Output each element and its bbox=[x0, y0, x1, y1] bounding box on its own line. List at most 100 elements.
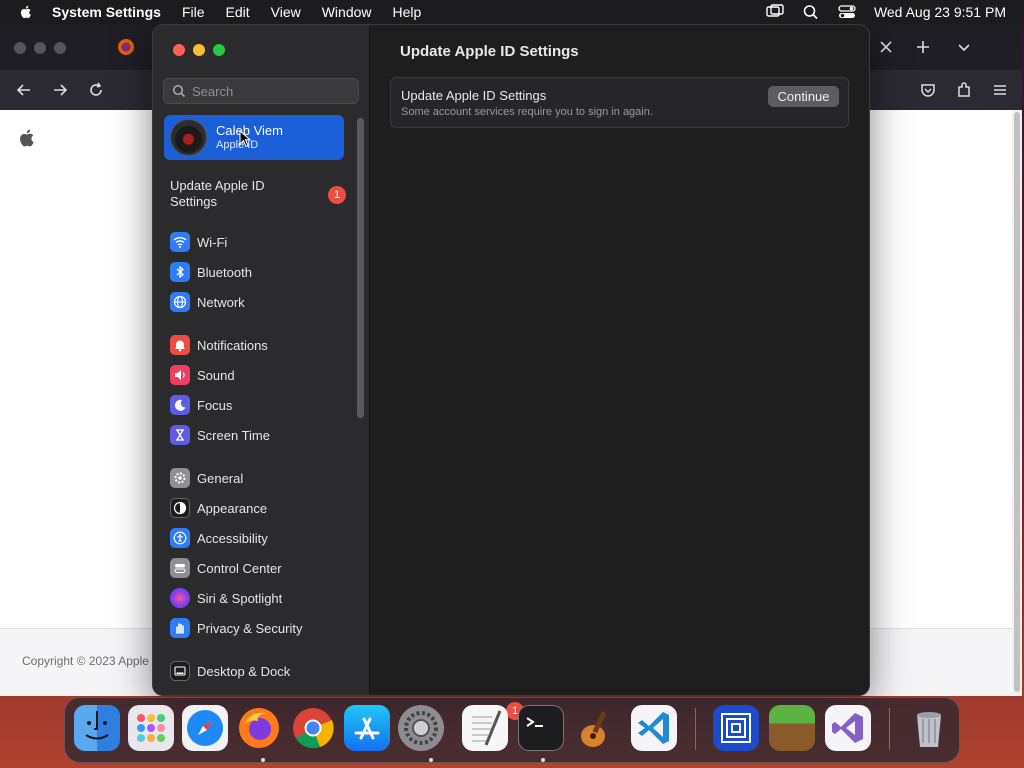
sidebar-item-label: General bbox=[197, 470, 244, 486]
browser-close-button[interactable] bbox=[14, 42, 26, 54]
settings-sidebar: Caleb Viem Apple ID Update Apple ID Sett… bbox=[153, 25, 370, 695]
sidebar-item-notifications[interactable]: Notifications bbox=[170, 333, 268, 357]
safari-dock-icon[interactable] bbox=[182, 705, 228, 751]
close-window-button[interactable] bbox=[173, 44, 185, 56]
sidebar-item-label: Notifications bbox=[197, 337, 268, 353]
search-input[interactable] bbox=[190, 82, 354, 100]
sidebar-item-general[interactable]: General bbox=[170, 466, 243, 490]
apple-menu-icon[interactable] bbox=[18, 4, 34, 20]
menu-app-name[interactable]: System Settings bbox=[52, 4, 161, 20]
textedit-dock-icon[interactable] bbox=[462, 705, 508, 751]
zoom-window-button[interactable] bbox=[213, 44, 225, 56]
sidebar-item-label: Focus bbox=[197, 397, 233, 413]
browser-traffic-lights bbox=[14, 42, 66, 54]
control-center-icon bbox=[170, 558, 190, 578]
sidebar-item-desktop-dock[interactable]: Desktop & Dock bbox=[170, 659, 290, 683]
screen-mirroring-icon[interactable] bbox=[766, 4, 784, 20]
accessibility-icon bbox=[170, 528, 190, 548]
control-center-icon[interactable] bbox=[838, 4, 856, 20]
bell-icon bbox=[170, 335, 190, 355]
menu-file[interactable]: File bbox=[182, 4, 205, 20]
system-settings-window: Caleb Viem Apple ID Update Apple ID Sett… bbox=[153, 25, 869, 695]
garageband-dock-icon[interactable] bbox=[575, 705, 621, 751]
forward-arrow-icon[interactable] bbox=[51, 81, 69, 99]
profile-subtitle: Apple ID bbox=[216, 139, 259, 151]
dock-separator bbox=[889, 708, 890, 750]
firefox-running-indicator bbox=[261, 758, 265, 762]
page-title: Update Apple ID Settings bbox=[400, 43, 579, 60]
apple-logo-icon[interactable] bbox=[16, 125, 38, 151]
moon-icon bbox=[170, 395, 190, 415]
menu-bar: System Settings File Edit View Window He… bbox=[0, 0, 1024, 24]
sidebar-item-label: Desktop & Dock bbox=[197, 663, 291, 679]
visual-studio-code-dock-icon[interactable] bbox=[631, 705, 677, 751]
tab-list-chevron-icon[interactable] bbox=[955, 38, 973, 56]
copyright-text: Copyright © 2023 Apple bbox=[22, 654, 149, 668]
settings-running-indicator bbox=[429, 758, 433, 762]
sidebar-item-accessibility[interactable]: Accessibility bbox=[170, 526, 268, 550]
sidebar-item-wifi[interactable]: Wi-Fi bbox=[170, 230, 227, 254]
menu-help[interactable]: Help bbox=[393, 4, 422, 20]
firefox-tab-icon[interactable] bbox=[117, 38, 135, 56]
new-tab-icon[interactable] bbox=[914, 38, 932, 56]
continue-button[interactable]: Continue bbox=[768, 86, 839, 107]
wifi-icon bbox=[170, 232, 190, 252]
search-field[interactable] bbox=[163, 78, 359, 104]
avatar bbox=[170, 119, 207, 156]
sidebar-item-network[interactable]: Network bbox=[170, 290, 245, 314]
browser-zoom-button[interactable] bbox=[54, 42, 66, 54]
terminal-dock-icon[interactable] bbox=[518, 705, 564, 751]
globe-icon bbox=[170, 292, 190, 312]
sidebar-scrollbar[interactable] bbox=[357, 118, 364, 418]
browser-minimize-button[interactable] bbox=[34, 42, 46, 54]
sidebar-item-label: Appearance bbox=[197, 500, 268, 516]
pocket-icon[interactable] bbox=[919, 81, 937, 99]
minimize-window-button[interactable] bbox=[193, 44, 205, 56]
menu-bar-clock[interactable]: Wed Aug 23 9:51 PM bbox=[874, 4, 1006, 20]
sidebar-item-control-center[interactable]: Control Center bbox=[170, 556, 282, 580]
sidebar-item-appearance[interactable]: Appearance bbox=[170, 496, 267, 520]
app-store-dock-icon[interactable] bbox=[344, 705, 390, 751]
spotlight-search-icon[interactable] bbox=[802, 4, 820, 20]
sidebar-item-screen-time[interactable]: Screen Time bbox=[170, 423, 270, 447]
finder-dock-icon[interactable] bbox=[74, 705, 120, 751]
hamburger-menu-icon[interactable] bbox=[991, 81, 1009, 99]
sidebar-item-privacy-security[interactable]: Privacy & Security bbox=[170, 616, 302, 640]
minecraft-dock-icon[interactable] bbox=[769, 705, 815, 751]
chrome-dock-icon[interactable] bbox=[290, 705, 336, 751]
close-tab-icon[interactable] bbox=[877, 38, 895, 56]
extensions-icon[interactable] bbox=[955, 81, 973, 99]
sidebar-item-focus[interactable]: Focus bbox=[170, 393, 232, 417]
visual-studio-dock-icon[interactable] bbox=[825, 705, 871, 751]
bluetooth-icon bbox=[170, 262, 190, 282]
appearance-icon bbox=[170, 498, 190, 518]
back-arrow-icon[interactable] bbox=[15, 81, 33, 99]
sidebar-item-bluetooth[interactable]: Bluetooth bbox=[170, 260, 252, 284]
screens-dock-icon[interactable] bbox=[713, 705, 759, 751]
sidebar-item-label: Wi-Fi bbox=[197, 234, 228, 250]
launchpad-dock-icon[interactable] bbox=[128, 705, 174, 751]
sidebar-item-label: Screen Time bbox=[197, 427, 270, 443]
window-traffic-lights bbox=[173, 44, 225, 56]
system-settings-dock-icon[interactable] bbox=[398, 705, 444, 751]
browser-scrollbar[interactable] bbox=[1012, 110, 1022, 695]
menu-edit[interactable]: Edit bbox=[226, 4, 250, 20]
terminal-running-indicator bbox=[541, 758, 545, 762]
sidebar-item-siri-spotlight[interactable]: Siri & Spotlight bbox=[170, 586, 282, 610]
dock: 1 bbox=[64, 697, 960, 763]
reload-icon[interactable] bbox=[87, 81, 105, 99]
mouse-cursor-icon bbox=[239, 130, 251, 148]
speaker-icon bbox=[170, 365, 190, 385]
sidebar-item-label: Sound bbox=[197, 367, 235, 383]
trash-dock-icon[interactable] bbox=[906, 705, 952, 751]
sidebar-item-label: Control Center bbox=[197, 560, 282, 576]
sidebar-item-sound[interactable]: Sound bbox=[170, 363, 235, 387]
sidebar-item-label: Siri & Spotlight bbox=[197, 590, 283, 606]
search-icon bbox=[172, 84, 186, 98]
menu-window[interactable]: Window bbox=[322, 4, 372, 20]
menu-view[interactable]: View bbox=[271, 4, 301, 20]
firefox-dock-icon[interactable] bbox=[236, 705, 282, 751]
apple-id-profile-row[interactable]: Caleb Viem Apple ID bbox=[164, 115, 344, 160]
sidebar-item-update-apple-id[interactable]: Update Apple ID Settings 1 bbox=[170, 178, 350, 210]
dock-separator bbox=[695, 708, 696, 750]
